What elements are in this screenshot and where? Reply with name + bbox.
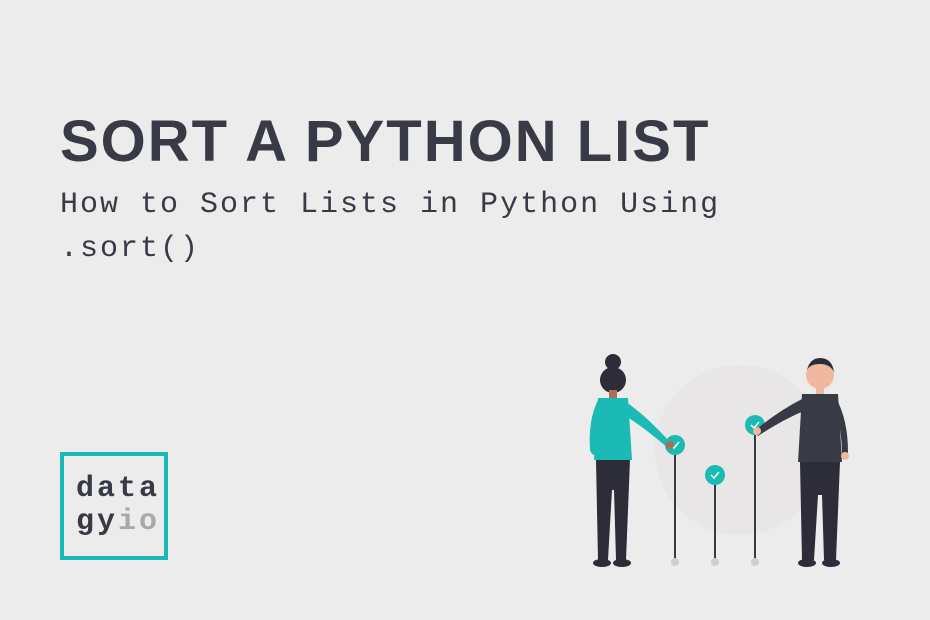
logo-text-data: data [76, 472, 160, 506]
datagy-logo: data gyio [60, 452, 168, 560]
page-title: SORT A PYTHON LIST [60, 108, 710, 175]
people-illustration [540, 300, 880, 580]
page-subtitle: How to Sort Lists in Python Using .sort(… [60, 184, 760, 271]
logo-text-gy: gy [76, 505, 118, 539]
logo-text-io: io [118, 505, 160, 539]
